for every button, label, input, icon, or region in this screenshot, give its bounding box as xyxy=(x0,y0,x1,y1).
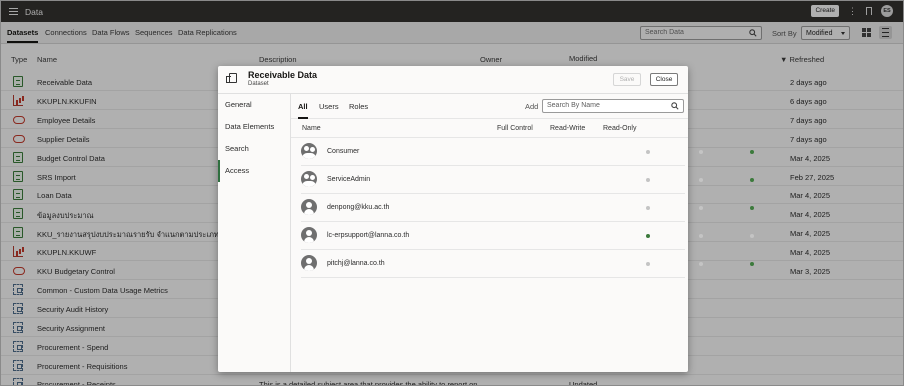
access-row: denpong@kku.ac.th xyxy=(301,194,754,222)
access-header-read-only: Read-Only xyxy=(603,125,637,132)
access-name: ServiceAdmin xyxy=(327,175,371,183)
user-avatar-icon xyxy=(301,198,317,215)
tab-users[interactable]: Users xyxy=(319,102,339,111)
access-row: ServiceAdmin xyxy=(301,166,754,194)
permission-full-control-option[interactable] xyxy=(646,177,650,182)
permission-full-control-option[interactable] xyxy=(646,233,650,238)
access-row: lc-erpsupport@lanna.co.th xyxy=(301,222,754,250)
app-window: Data Create ⋮ ES Datasets Connections Da… xyxy=(0,0,904,386)
search-by-name-input[interactable] xyxy=(547,102,667,109)
permission-read-write-option[interactable] xyxy=(699,150,703,154)
dialog-header: Receivable Data Dataset Save Close xyxy=(218,66,688,94)
permission-read-write-option[interactable] xyxy=(699,233,703,238)
close-button[interactable]: Close xyxy=(650,73,678,86)
add-label: Add xyxy=(525,102,539,111)
access-row: pitchj@lanna.co.th xyxy=(301,250,754,278)
save-button[interactable]: Save xyxy=(613,73,641,86)
permission-read-write-option[interactable] xyxy=(699,261,703,266)
dialog-title: Receivable Data xyxy=(248,70,318,80)
access-name: pitchj@lanna.co.th xyxy=(327,259,385,267)
access-name: lc-erpsupport@lanna.co.th xyxy=(327,231,410,239)
search-by-name-box xyxy=(542,99,684,113)
permission-read-only-option[interactable] xyxy=(750,233,754,238)
access-header-name: Name xyxy=(302,125,321,132)
user-avatar-icon xyxy=(301,226,317,243)
nav-item-access[interactable]: Access xyxy=(218,160,290,182)
permission-full-control-option[interactable] xyxy=(646,205,650,210)
permission-full-control-option[interactable] xyxy=(646,261,650,266)
role-avatar-icon xyxy=(301,143,317,159)
dialog-subtitle: Dataset xyxy=(248,81,269,87)
permission-read-write-option[interactable] xyxy=(699,177,703,182)
access-name: Consumer xyxy=(327,148,360,155)
tab-all[interactable]: All xyxy=(298,102,308,119)
permission-read-only-option[interactable] xyxy=(750,177,754,182)
nav-item-search[interactable]: Search xyxy=(218,138,290,160)
permission-read-write-option[interactable] xyxy=(699,205,703,210)
nav-item-general[interactable]: General xyxy=(218,94,290,116)
access-header-read-write: Read-Write xyxy=(550,125,586,132)
tab-roles[interactable]: Roles xyxy=(349,102,368,111)
permission-full-control-option[interactable] xyxy=(646,150,650,154)
access-name: denpong@kku.ac.th xyxy=(327,203,390,211)
search-icon[interactable] xyxy=(671,102,679,110)
nav-item-data-elements[interactable]: Data Elements xyxy=(218,116,290,138)
access-row: Consumer xyxy=(301,138,754,166)
permission-read-only-option[interactable] xyxy=(750,205,754,210)
permission-read-only-option[interactable] xyxy=(750,261,754,266)
role-avatar-icon xyxy=(301,170,317,187)
access-header-full-control: Full Control xyxy=(497,125,533,132)
user-avatar-icon xyxy=(301,254,317,271)
dataset-icon xyxy=(226,73,237,83)
permission-read-only-option[interactable] xyxy=(750,150,754,154)
dataset-inspect-dialog: Receivable Data Dataset Save Close Gener… xyxy=(218,66,754,372)
dialog-side-nav: General Data Elements Search Access xyxy=(218,94,291,372)
access-tabs-bar: All Users Roles Add xyxy=(291,94,688,119)
